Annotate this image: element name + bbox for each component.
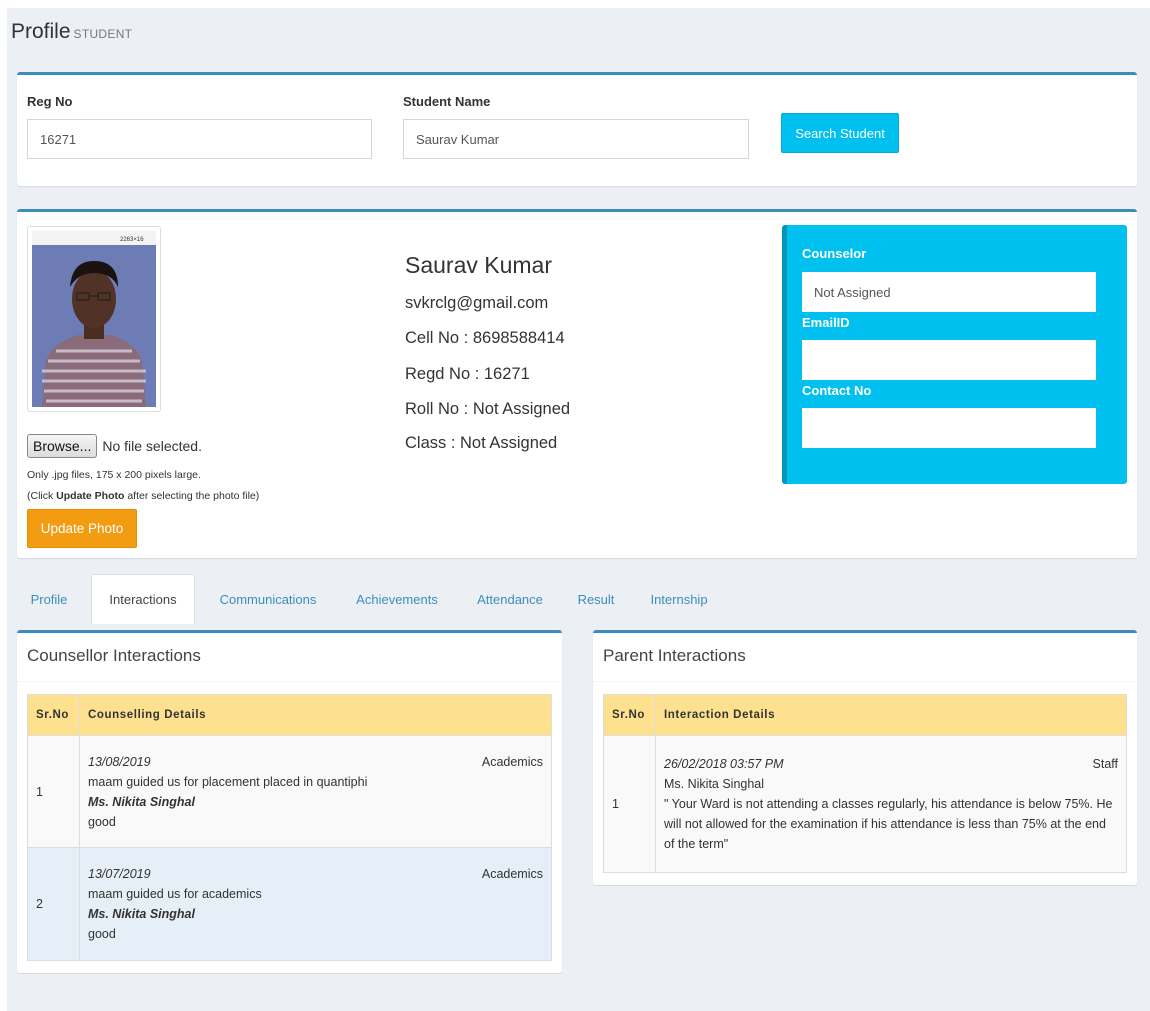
panel-divider	[593, 681, 1137, 682]
row-date: 26/02/2018 03:57 PM	[664, 757, 784, 771]
photo-stamp-text: 2263×16	[120, 237, 144, 243]
search-student-button[interactable]: Search Student	[781, 113, 899, 153]
student-photo: 2263×16	[27, 226, 161, 412]
tab-internship[interactable]: Internship	[629, 574, 729, 624]
row-date: 13/08/2019	[88, 754, 151, 769]
student-name-input[interactable]: Saurav Kumar	[403, 119, 749, 159]
tab-interactions[interactable]: Interactions	[91, 574, 195, 624]
row-category: Staff	[1092, 757, 1118, 771]
search-panel: Reg No 16271 Student Name Saurav Kumar S…	[17, 72, 1137, 186]
table-row: 1 13/08/2019 Academics maam guided us fo…	[27, 735, 552, 848]
col-sr-no: Sr.No	[27, 694, 80, 736]
row-by: Ms. Nikita Singhal	[664, 777, 765, 791]
table-header-row: Sr.No Counselling Details	[27, 694, 552, 736]
col-counselling-details: Counselling Details	[79, 694, 552, 736]
student-class: Class : Not Assigned	[405, 434, 558, 452]
tab-achievements[interactable]: Achievements	[337, 574, 457, 624]
counselor-info-box: Counselor Not Assigned EmailID Contact N…	[782, 225, 1127, 484]
student-roll: Roll No : Not Assigned	[405, 400, 571, 418]
counselor-contact-label: Contact No	[802, 383, 872, 398]
upload-note-instructions: (Click Update Photo after selecting the …	[27, 490, 259, 502]
col-sr-no: Sr.No	[603, 694, 656, 736]
student-regd: Regd No : 16271	[405, 365, 530, 383]
counselor-email-field[interactable]	[802, 340, 1096, 380]
row-text: maam guided us for academics	[88, 887, 262, 901]
row-sr: 1	[603, 735, 656, 873]
student-name-label: Student Name	[403, 94, 491, 109]
table-row: 1 26/02/2018 03:57 PM Staff Ms. Nikita S…	[603, 735, 1127, 873]
panel-divider	[17, 681, 562, 682]
tab-result[interactable]: Result	[563, 574, 629, 624]
counselor-label: Counselor	[802, 246, 867, 261]
upload-note-size: Only .jpg files, 175 x 200 pixels large.	[27, 469, 201, 481]
page-title: Profile STUDENT	[11, 20, 132, 44]
row-category: Academics	[481, 754, 543, 769]
browse-button[interactable]: Browse...	[27, 434, 98, 458]
counselor-field[interactable]: Not Assigned	[802, 272, 1096, 312]
table-row: 2 13/07/2019 Academics maam guided us fo…	[27, 847, 552, 961]
counsellor-interactions-panel: Counsellor Interactions Sr.No Counsellin…	[17, 630, 562, 973]
student-cell: Cell No : 8698588414	[405, 329, 565, 347]
counselor-contact-field[interactable]	[802, 408, 1096, 448]
person-photo-icon: 2263×16	[32, 231, 156, 407]
student-photo-image: 2263×16	[32, 231, 156, 407]
row-sr: 2	[27, 847, 80, 961]
row-details: 13/07/2019 Academics maam guided us for …	[79, 847, 552, 961]
row-text: " Your Ward is not attending a classes r…	[664, 797, 1113, 851]
profile-panel: 2263×16 Browse... No file selected. Only…	[17, 209, 1137, 558]
counsellor-panel-title: Counsellor Interactions	[27, 646, 201, 665]
tab-attendance[interactable]: Attendance	[457, 574, 563, 624]
page-subtitle: STUDENT	[73, 27, 133, 41]
tab-communications[interactable]: Communications	[199, 574, 337, 624]
col-interaction-details: Interaction Details	[655, 694, 1127, 736]
row-text: maam guided us for placement placed in q…	[88, 774, 368, 789]
page-title-text: Profile	[11, 20, 71, 43]
note-suffix: after selecting the photo file)	[124, 490, 260, 502]
file-status-text: No file selected.	[102, 438, 202, 454]
profile-tabs: Profile Interactions Communications Achi…	[11, 574, 1131, 624]
counsellor-table: Sr.No Counselling Details 1 13/08/2019 A…	[27, 694, 552, 961]
row-details: 26/02/2018 03:57 PM Staff Ms. Nikita Sin…	[655, 735, 1127, 873]
row-details: 13/08/2019 Academics maam guided us for …	[79, 735, 552, 848]
counselor-email-label: EmailID	[802, 315, 850, 330]
file-upload-row: Browse... No file selected.	[27, 434, 202, 458]
row-category: Academics	[481, 867, 543, 881]
reg-no-label: Reg No	[27, 94, 73, 109]
parent-interactions-panel: Parent Interactions Sr.No Interaction De…	[593, 630, 1137, 885]
reg-no-input[interactable]: 16271	[27, 119, 372, 159]
row-date: 13/07/2019	[88, 867, 151, 881]
update-photo-button[interactable]: Update Photo	[27, 509, 137, 548]
note-bold: Update Photo	[56, 490, 125, 502]
parent-panel-title: Parent Interactions	[603, 646, 746, 665]
student-name-display: Saurav Kumar	[405, 252, 553, 278]
parent-table: Sr.No Interaction Details 1 26/02/2018 0…	[603, 694, 1127, 873]
row-counsellor: Ms. Nikita Singhal	[88, 794, 195, 809]
row-counsellor: Ms. Nikita Singhal	[88, 907, 195, 921]
table-header-row: Sr.No Interaction Details	[603, 694, 1127, 736]
note-prefix: (Click	[27, 490, 57, 502]
tab-profile[interactable]: Profile	[11, 574, 87, 624]
row-sr: 1	[27, 735, 80, 848]
student-email: svkrclg@gmail.com	[405, 294, 549, 312]
row-remark: good	[88, 814, 116, 829]
row-remark: good	[88, 927, 116, 941]
